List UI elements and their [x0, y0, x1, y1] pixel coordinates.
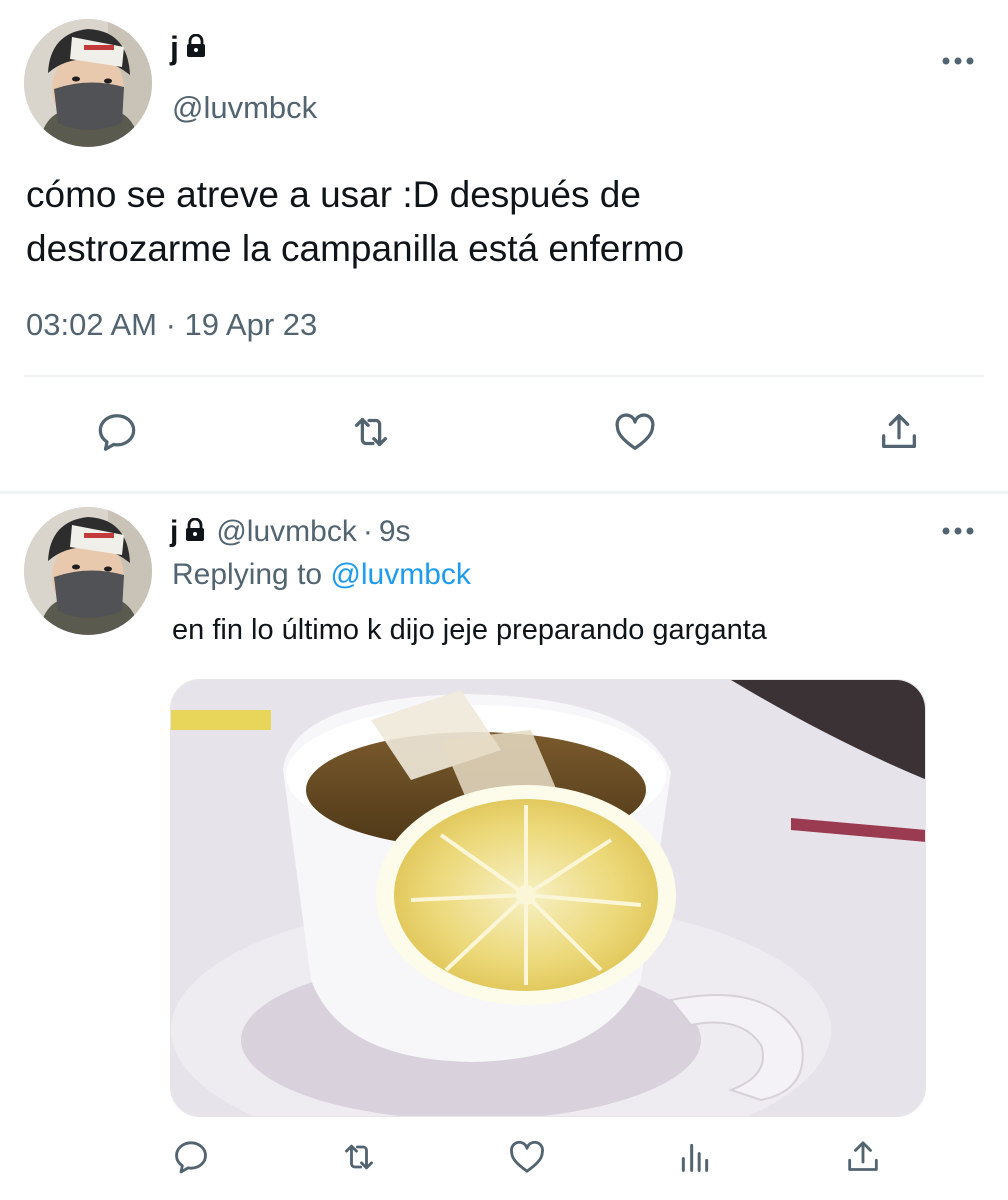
reply-text: en fin lo último k dijo jeje preparando …: [172, 614, 767, 646]
reply-icon: [171, 1137, 211, 1182]
like-button[interactable]: [609, 408, 661, 460]
author-name-row: j: [170, 30, 207, 67]
more-icon[interactable]: [938, 46, 978, 76]
avatar[interactable]: [24, 19, 152, 147]
reply-button[interactable]: [91, 408, 143, 460]
like-button[interactable]: [502, 1134, 552, 1184]
retweet-icon: [347, 409, 395, 460]
reply-header: j @luvmbck · 9s: [170, 515, 411, 549]
retweet-button[interactable]: [334, 1134, 384, 1184]
media-image[interactable]: [170, 679, 926, 1117]
share-icon: [843, 1137, 883, 1182]
handle[interactable]: @luvmbck: [172, 90, 317, 126]
retweet-icon: [338, 1137, 380, 1182]
analytics-icon: [675, 1137, 715, 1182]
relative-time[interactable]: 9s: [379, 515, 411, 549]
share-button[interactable]: [873, 408, 925, 460]
timestamp[interactable]: 03:02 AM · 19 Apr 23: [26, 307, 317, 343]
display-name[interactable]: j: [170, 30, 179, 67]
main-tweet: j @luvmbck cómo se atreve a usar :D desp…: [0, 0, 1008, 492]
separator-dot: ·: [362, 515, 373, 548]
mention-link[interactable]: @luvmbck: [330, 558, 470, 591]
handle[interactable]: @luvmbck: [216, 515, 356, 549]
heart-icon: [506, 1137, 548, 1182]
divider: [24, 375, 984, 377]
display-name[interactable]: j: [170, 515, 178, 549]
share-button[interactable]: [838, 1134, 888, 1184]
heart-icon: [611, 409, 659, 460]
lock-icon: [184, 517, 206, 547]
replying-to: Replying to @luvmbck: [172, 558, 471, 592]
more-icon[interactable]: [938, 516, 978, 546]
avatar[interactable]: [24, 507, 152, 635]
replying-prefix: Replying to: [172, 558, 323, 591]
tweet-text: cómo se atreve a usar :D después de dest…: [26, 168, 966, 276]
reply-button[interactable]: [166, 1134, 216, 1184]
reply-icon: [94, 409, 140, 460]
tweet-separator: [0, 491, 1008, 494]
lock-icon: [185, 33, 207, 63]
share-icon: [876, 409, 922, 460]
retweet-button[interactable]: [345, 408, 397, 460]
tweet-text-line: destrozarme la campanilla está enfermo: [26, 228, 685, 269]
analytics-button[interactable]: [670, 1134, 720, 1184]
tweet-text-line: cómo se atreve a usar :D después de: [26, 174, 641, 215]
